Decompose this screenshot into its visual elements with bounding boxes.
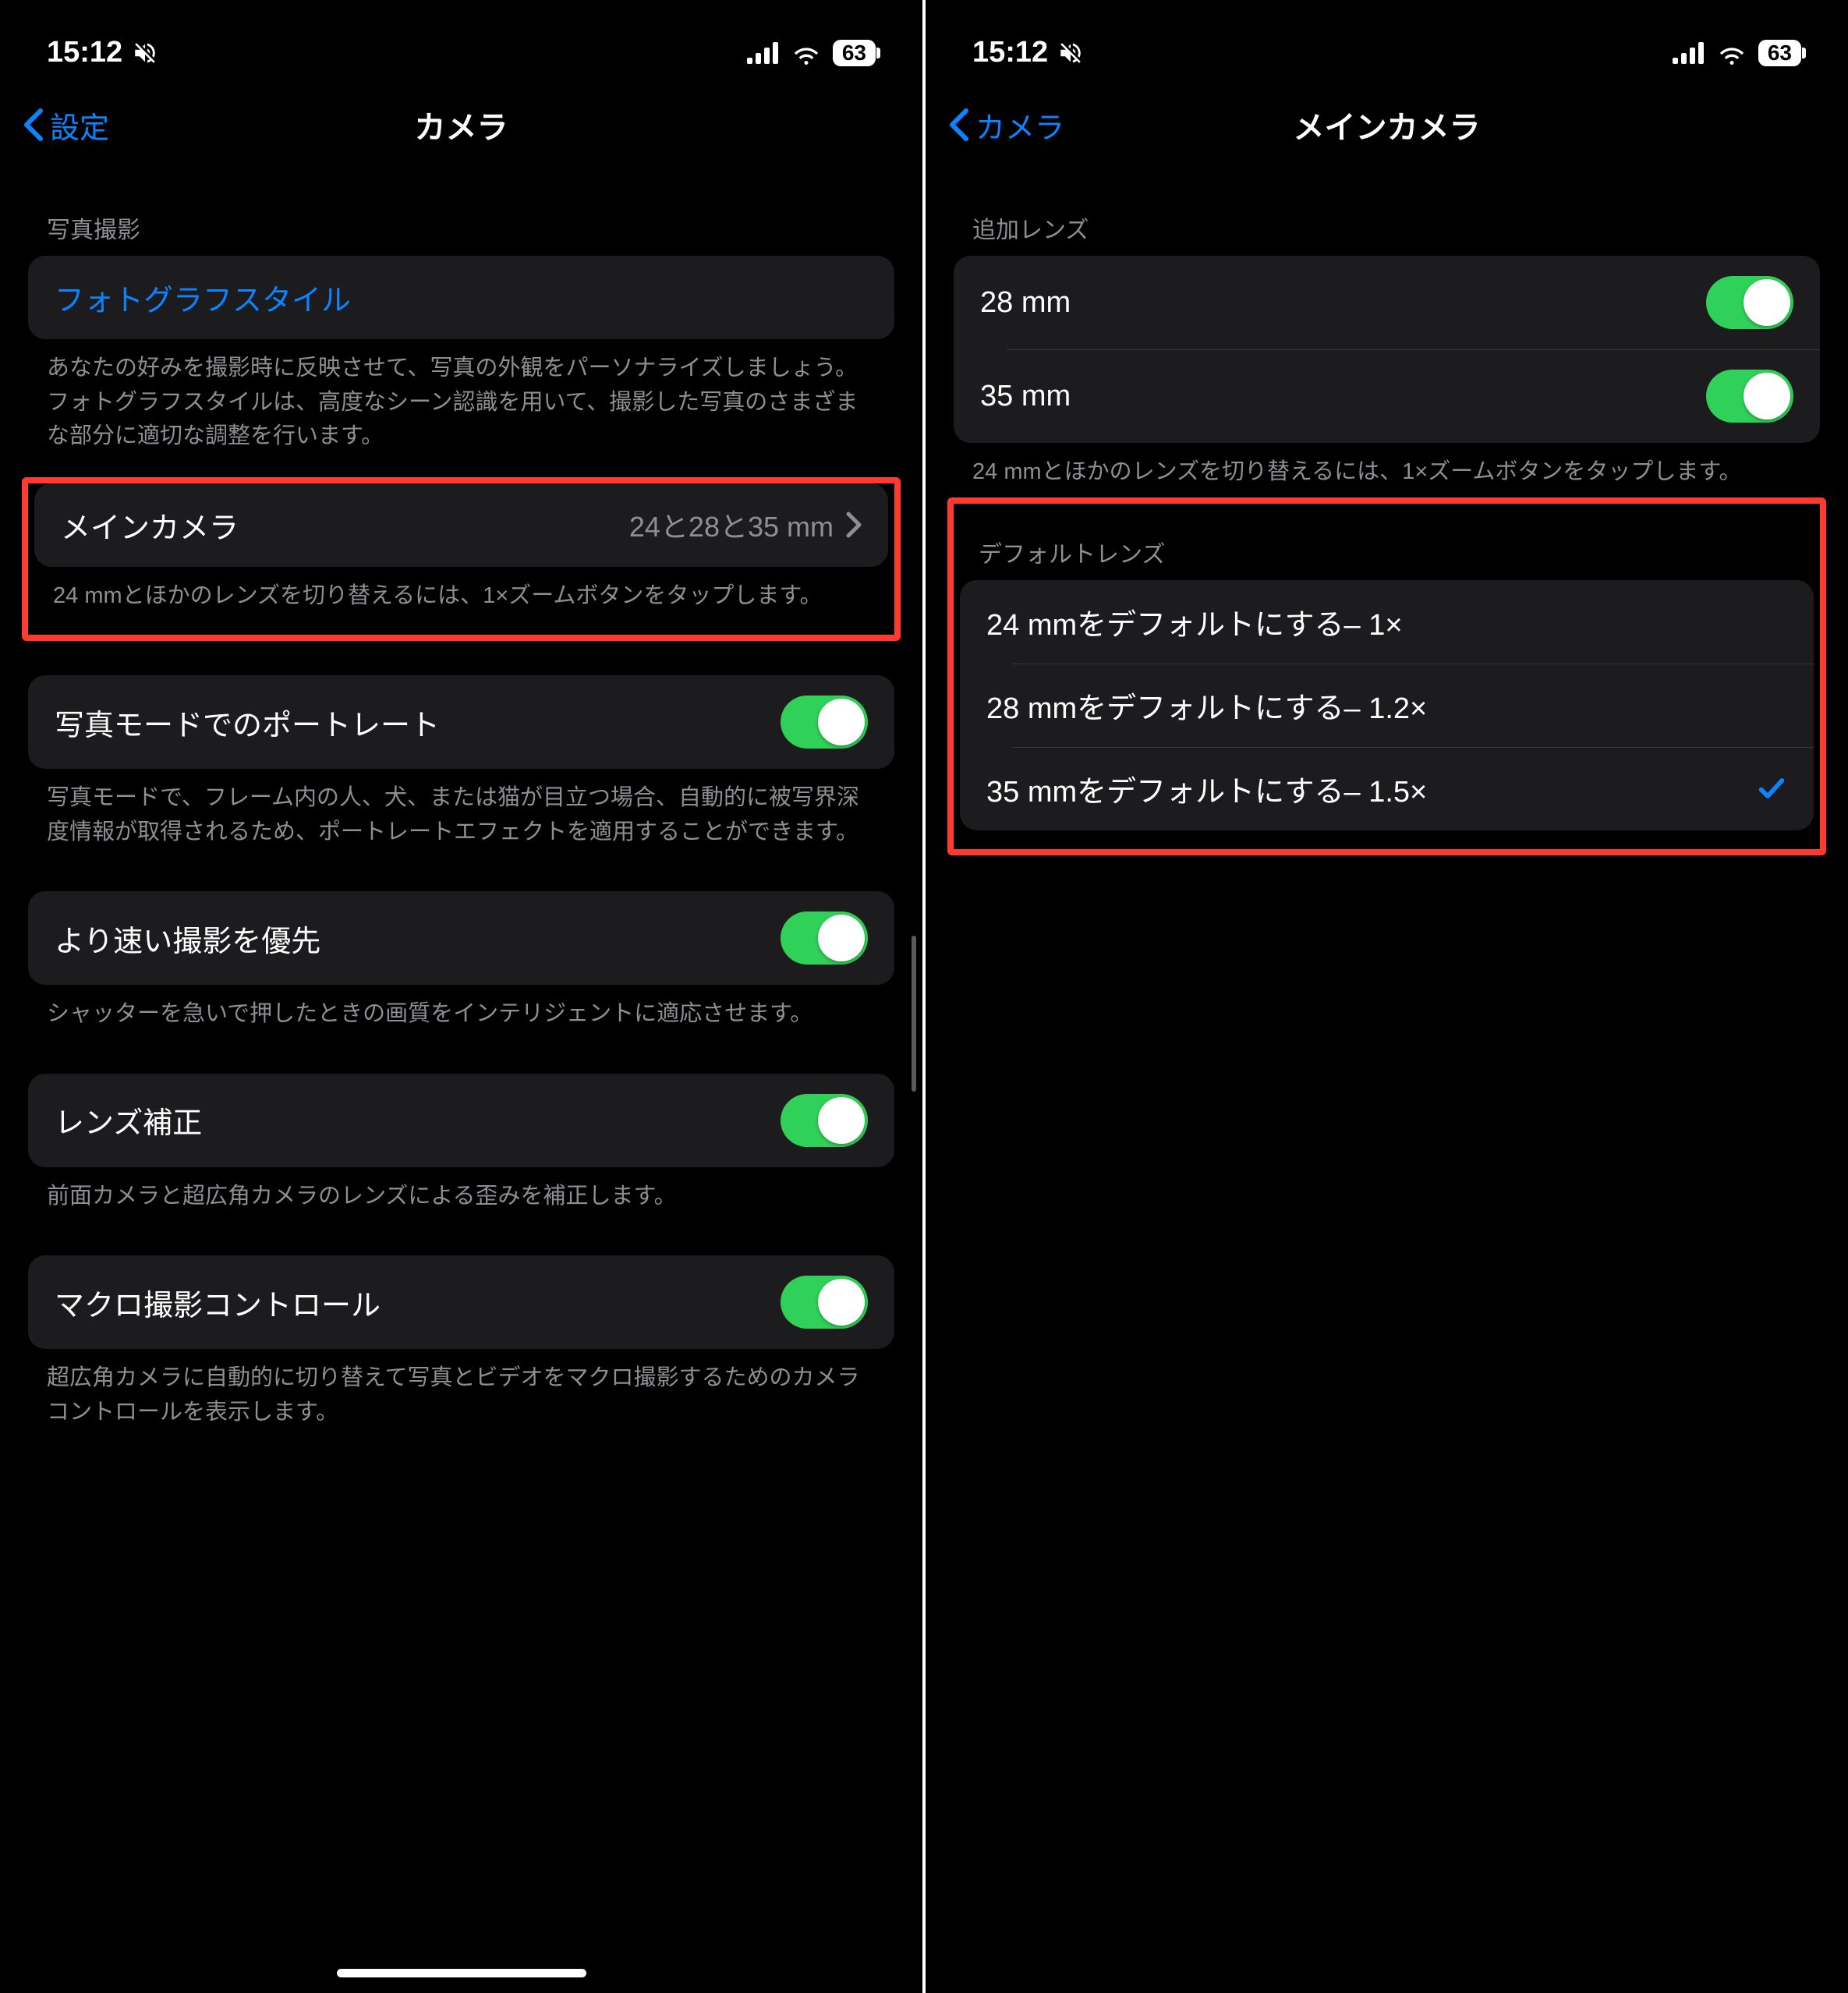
photographic-styles-footer: あなたの好みを撮影時に反映させて、写真の外観をパーソナライズしましょう。フォトグ… bbox=[28, 339, 894, 462]
lens-28-toggle[interactable] bbox=[1706, 276, 1793, 329]
cell-group-portrait: 写真モードでのポートレート bbox=[28, 675, 894, 769]
wifi-icon bbox=[791, 41, 822, 65]
lens-35-row[interactable]: 35 mm bbox=[980, 349, 1820, 443]
cell-group-additional-lens: 28 mm 35 mm bbox=[954, 256, 1820, 443]
cell-group-default-lens: 24 mmをデフォルトにする– 1× 28 mmをデフォルトにする– 1.2× … bbox=[960, 580, 1814, 830]
cell-group-faster: より速い撮影を優先 bbox=[28, 891, 894, 985]
main-camera-label: メインカメラ bbox=[61, 504, 239, 547]
home-indicator[interactable] bbox=[337, 1969, 586, 1977]
portrait-footer: 写真モードで、フレーム内の人、犬、または猫が目立つ場合、自動的に被写界深度情報が… bbox=[28, 769, 894, 857]
macro-footer: 超広角カメラに自動的に切り替えて写真とビデオをマクロ撮影するためのカメラコントロ… bbox=[28, 1349, 894, 1437]
chevron-right-icon bbox=[846, 512, 862, 538]
status-bar: 15:12 63 bbox=[0, 0, 922, 86]
mute-icon bbox=[132, 40, 158, 66]
default-28-row[interactable]: 28 mmをデフォルトにする– 1.2× bbox=[986, 664, 1814, 747]
status-bar: 15:12 63 bbox=[926, 0, 1848, 86]
content-right: 追加レンズ 28 mm 35 mm 24 mmとほかのレンズを切り替えるには、1… bbox=[926, 164, 1848, 1993]
back-button[interactable]: カメラ bbox=[949, 104, 1064, 147]
signal-icon bbox=[1673, 42, 1705, 64]
lens-28-row[interactable]: 28 mm bbox=[954, 256, 1820, 349]
macro-row[interactable]: マクロ撮影コントロール bbox=[28, 1255, 894, 1349]
status-time: 15:12 bbox=[47, 36, 122, 69]
main-camera-footer: 24 mmとほかのレンズを切り替えるには、1×ズームボタンをタップします。 bbox=[34, 567, 888, 621]
back-label: カメラ bbox=[975, 104, 1064, 147]
check-icon bbox=[1756, 773, 1787, 804]
phone-left: 15:12 63 設定 カメラ 写真撮影 フォトグラフスタイル bbox=[0, 0, 922, 1993]
lens-footer: 前面カメラと超広角カメラのレンズによる歪みを補正します。 bbox=[28, 1167, 894, 1222]
nav-bar: 設定 カメラ bbox=[0, 86, 922, 164]
portrait-label: 写真モードでのポートレート bbox=[55, 701, 440, 744]
additional-lens-footer: 24 mmとほかのレンズを切り替えるには、1×ズームボタンをタップします。 bbox=[954, 443, 1820, 497]
portrait-toggle[interactable] bbox=[781, 696, 868, 749]
section-header-additional: 追加レンズ bbox=[954, 179, 1820, 256]
lens-35-toggle[interactable] bbox=[1706, 370, 1793, 423]
lens-label: レンズ補正 bbox=[55, 1099, 202, 1142]
page-title: カメラ bbox=[415, 102, 508, 147]
status-time: 15:12 bbox=[972, 36, 1048, 69]
main-camera-row[interactable]: メインカメラ 24と28と35 mm bbox=[34, 483, 888, 567]
cell-group-styles: フォトグラフスタイル bbox=[28, 256, 894, 339]
faster-label: より速い撮影を優先 bbox=[55, 917, 320, 960]
faster-footer: シャッターを急いで押したときの画質をインテリジェントに適応させます。 bbox=[28, 985, 894, 1039]
page-title: メインカメラ bbox=[1294, 102, 1481, 147]
wifi-icon bbox=[1716, 41, 1747, 65]
main-camera-value: 24と28と35 mm bbox=[629, 504, 834, 545]
battery-indicator: 63 bbox=[833, 40, 876, 66]
nav-bar: カメラ メインカメラ bbox=[926, 86, 1848, 164]
section-header-photo: 写真撮影 bbox=[28, 179, 894, 256]
cell-group-main-camera: メインカメラ 24と28と35 mm bbox=[34, 483, 888, 567]
photographic-styles-label: フォトグラフスタイル bbox=[55, 276, 351, 319]
section-header-default: デフォルトレンズ bbox=[960, 504, 1814, 580]
default-24-row[interactable]: 24 mmをデフォルトにする– 1× bbox=[960, 580, 1814, 664]
signal-icon bbox=[747, 42, 780, 64]
content-left: 写真撮影 フォトグラフスタイル あなたの好みを撮影時に反映させて、写真の外観をパ… bbox=[0, 164, 922, 1993]
mute-icon bbox=[1057, 40, 1084, 66]
highlight-main-camera: メインカメラ 24と28と35 mm 24 mmとほかのレンズを切り替えるには、… bbox=[22, 477, 901, 642]
back-button[interactable]: 設定 bbox=[23, 104, 109, 147]
cell-group-macro: マクロ撮影コントロール bbox=[28, 1255, 894, 1349]
cell-group-lens: レンズ補正 bbox=[28, 1074, 894, 1167]
highlight-default-lens: デフォルトレンズ 24 mmをデフォルトにする– 1× 28 mmをデフォルトに… bbox=[947, 497, 1826, 855]
default-35-row[interactable]: 35 mmをデフォルトにする– 1.5× bbox=[986, 747, 1814, 830]
lens-toggle[interactable] bbox=[781, 1094, 868, 1147]
lens-35-label: 35 mm bbox=[980, 380, 1071, 413]
portrait-row[interactable]: 写真モードでのポートレート bbox=[28, 675, 894, 769]
lens-28-label: 28 mm bbox=[980, 286, 1071, 320]
lens-row[interactable]: レンズ補正 bbox=[28, 1074, 894, 1167]
macro-toggle[interactable] bbox=[781, 1276, 868, 1329]
battery-indicator: 63 bbox=[1758, 40, 1801, 66]
default-35-label: 35 mmをデフォルトにする– 1.5× bbox=[986, 767, 1427, 810]
faster-row[interactable]: より速い撮影を優先 bbox=[28, 891, 894, 985]
default-28-label: 28 mmをデフォルトにする– 1.2× bbox=[986, 684, 1427, 727]
macro-label: マクロ撮影コントロール bbox=[55, 1281, 381, 1324]
phone-right: 15:12 63 カメラ メインカメラ 追加レンズ 28 mm bbox=[926, 0, 1848, 1993]
scroll-indicator[interactable] bbox=[912, 936, 916, 1092]
photographic-styles-row[interactable]: フォトグラフスタイル bbox=[28, 256, 894, 339]
faster-toggle[interactable] bbox=[781, 912, 868, 965]
back-label: 設定 bbox=[50, 104, 109, 147]
default-24-label: 24 mmをデフォルトにする– 1× bbox=[986, 600, 1403, 643]
